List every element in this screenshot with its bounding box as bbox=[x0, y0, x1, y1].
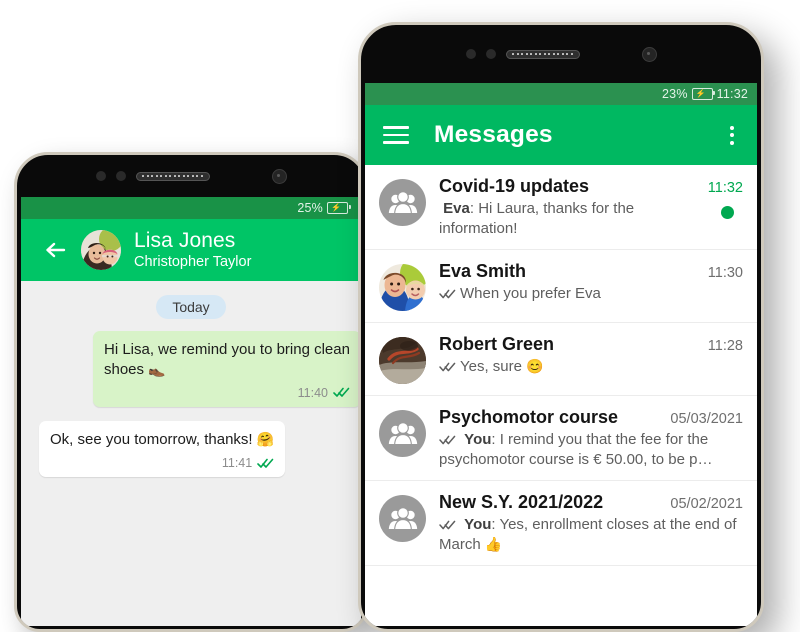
kebab-menu-icon[interactable] bbox=[721, 123, 743, 147]
avatar[interactable] bbox=[81, 230, 121, 270]
conversation-time: 11:30 bbox=[707, 265, 743, 281]
group-avatar-icon bbox=[379, 495, 426, 542]
battery-charging-icon: ⚡ bbox=[327, 202, 351, 214]
right-battery-percent: 23% bbox=[662, 87, 688, 101]
hugging-face-emoji: 🤗 bbox=[256, 431, 275, 448]
double-check-icon bbox=[439, 435, 456, 445]
back-arrow-icon[interactable] bbox=[41, 235, 71, 265]
list-item-content: Robert Green 11:28 Yes, sure 😊 bbox=[439, 334, 743, 377]
double-check-icon bbox=[439, 289, 456, 299]
light-sensor-icon bbox=[115, 171, 126, 181]
list-item-content: New S.Y. 2021/2022 05/02/2021 You: Yes, … bbox=[439, 492, 743, 554]
left-phone-device: 25% ⚡ Lisa Jones Christopher Taylor Toda… bbox=[14, 152, 368, 632]
preview-sender: You bbox=[464, 516, 492, 533]
messages-app-bar: Messages bbox=[365, 105, 757, 165]
conversation-name: Psychomotor course bbox=[439, 407, 619, 427]
list-item[interactable]: New S.Y. 2021/2022 05/02/2021 You: Yes, … bbox=[365, 481, 757, 566]
message-meta: 11:41 bbox=[50, 455, 274, 472]
conversation-time: 11:32 bbox=[707, 180, 743, 196]
hamburger-menu-icon[interactable] bbox=[383, 126, 409, 144]
double-check-icon bbox=[333, 387, 350, 398]
double-check-icon bbox=[257, 458, 274, 469]
list-item-subline: You: I remind you that the fee for the p… bbox=[439, 430, 743, 469]
list-item-content: Eva Smith 11:30 When you prefer Eva bbox=[439, 261, 743, 304]
message-meta: 11:40 bbox=[104, 385, 350, 402]
conversation-preview: You: I remind you that the fee for the p… bbox=[439, 430, 743, 469]
front-camera-icon bbox=[271, 168, 287, 184]
right-phone-sensor-cluster bbox=[361, 25, 761, 83]
preview-sender: Eva bbox=[443, 200, 470, 217]
earpiece-speaker-icon bbox=[505, 49, 580, 59]
front-camera-icon bbox=[641, 46, 657, 62]
status-badge bbox=[721, 206, 734, 219]
list-item-header: Eva Smith 11:30 bbox=[439, 261, 743, 282]
thumbs-up-emoji: 👍 bbox=[484, 535, 503, 552]
battery-charging-icon: ⚡ bbox=[691, 88, 716, 100]
group-avatar-icon bbox=[379, 179, 426, 226]
conversation-list: Covid-19 updates 11:32 Eva: Hi Laura, th… bbox=[365, 165, 757, 566]
smiling-face-emoji: 😊 bbox=[526, 358, 544, 374]
list-item-header: New S.Y. 2021/2022 05/02/2021 bbox=[439, 492, 743, 513]
list-item-subline: Eva: Hi Laura, thanks for the informatio… bbox=[439, 199, 743, 238]
left-phone-screen: 25% ⚡ Lisa Jones Christopher Taylor Toda… bbox=[21, 197, 361, 626]
proximity-sensor-icon bbox=[465, 49, 476, 59]
conversation-preview: Yes, sure 😊 bbox=[439, 357, 743, 377]
conversation-time: 05/02/2021 bbox=[670, 496, 743, 512]
avatar bbox=[379, 337, 426, 384]
double-check-icon bbox=[439, 362, 456, 372]
list-item-header: Robert Green 11:28 bbox=[439, 334, 743, 355]
day-divider-label: Today bbox=[156, 295, 226, 319]
preview-text: Yes, sure bbox=[460, 358, 527, 375]
conversation-name: Eva Smith bbox=[439, 261, 527, 281]
preview-text: When you prefer Eva bbox=[460, 285, 601, 302]
conversation-time: 11:28 bbox=[707, 338, 743, 354]
conversation-preview: Eva: Hi Laura, thanks for the informatio… bbox=[439, 199, 713, 238]
shoe-emoji: 👞 bbox=[148, 360, 166, 377]
avatar bbox=[379, 264, 426, 311]
conversation-preview: When you prefer Eva bbox=[439, 284, 743, 304]
chat-subtitle: Christopher Taylor bbox=[134, 254, 252, 271]
day-divider: Today bbox=[21, 295, 361, 319]
chat-app-bar: Lisa Jones Christopher Taylor bbox=[21, 219, 361, 281]
list-item[interactable]: Robert Green 11:28 Yes, sure 😊 bbox=[365, 323, 757, 396]
list-item-content: Covid-19 updates 11:32 Eva: Hi Laura, th… bbox=[439, 176, 743, 238]
message-text: Ok, see you tomorrow, thanks! bbox=[50, 431, 257, 449]
right-phone-screen: 23% ⚡ 11:32 Messages Covid-19 updates 11… bbox=[365, 83, 757, 626]
chat-header-titles: Lisa Jones Christopher Taylor bbox=[134, 229, 251, 271]
right-status-time: 11:32 bbox=[716, 87, 748, 101]
left-battery-percent: 25% bbox=[297, 201, 323, 215]
list-item-content: Psychomotor course 05/03/2021 You: I rem… bbox=[439, 407, 743, 469]
list-item-subline: When you prefer Eva bbox=[439, 284, 743, 304]
list-item[interactable]: Eva Smith 11:30 When you prefer Eva bbox=[365, 250, 757, 323]
list-item-header: Psychomotor course 05/03/2021 bbox=[439, 407, 743, 428]
proximity-sensor-icon bbox=[95, 171, 106, 181]
light-sensor-icon bbox=[485, 49, 496, 59]
conversation-name: New S.Y. 2021/2022 bbox=[439, 492, 604, 512]
message-time: 11:40 bbox=[297, 385, 328, 400]
message-time: 11:41 bbox=[221, 455, 253, 470]
conversation-name: Robert Green bbox=[439, 334, 555, 354]
list-item-subline: You: Yes, enrollment closes at the end o… bbox=[439, 515, 743, 554]
group-avatar-icon bbox=[379, 410, 426, 457]
message-text: Hi Lisa, we remind you to bring clean sh… bbox=[104, 341, 350, 378]
message-bubble-outgoing[interactable]: Hi Lisa, we remind you to bring clean sh… bbox=[93, 331, 361, 408]
right-phone-device: 23% ⚡ 11:32 Messages Covid-19 updates 11… bbox=[358, 22, 764, 632]
earpiece-speaker-icon bbox=[135, 171, 210, 181]
list-item-subline: Yes, sure 😊 bbox=[439, 357, 743, 377]
list-item[interactable]: Psychomotor course 05/03/2021 You: I rem… bbox=[365, 396, 757, 481]
page-title: Messages bbox=[434, 121, 553, 148]
right-status-bar: 23% ⚡ 11:32 bbox=[365, 83, 757, 105]
conversation-preview: You: Yes, enrollment closes at the end o… bbox=[439, 515, 743, 554]
double-check-icon bbox=[439, 520, 456, 530]
left-phone-sensor-cluster bbox=[17, 155, 365, 197]
left-status-bar: 25% ⚡ bbox=[21, 197, 361, 219]
page-title: Lisa Jones bbox=[134, 228, 236, 252]
list-item-header: Covid-19 updates 11:32 bbox=[439, 176, 743, 197]
message-bubble-incoming[interactable]: Ok, see you tomorrow, thanks! 🤗 11:41 bbox=[39, 421, 286, 478]
conversation-name: Covid-19 updates bbox=[439, 176, 590, 196]
conversation-time: 05/03/2021 bbox=[670, 411, 743, 427]
list-item[interactable]: Covid-19 updates 11:32 Eva: Hi Laura, th… bbox=[365, 165, 757, 250]
chat-message-area: Today Hi Lisa, we remind you to bring cl… bbox=[21, 281, 361, 626]
preview-sender: You bbox=[464, 431, 492, 448]
